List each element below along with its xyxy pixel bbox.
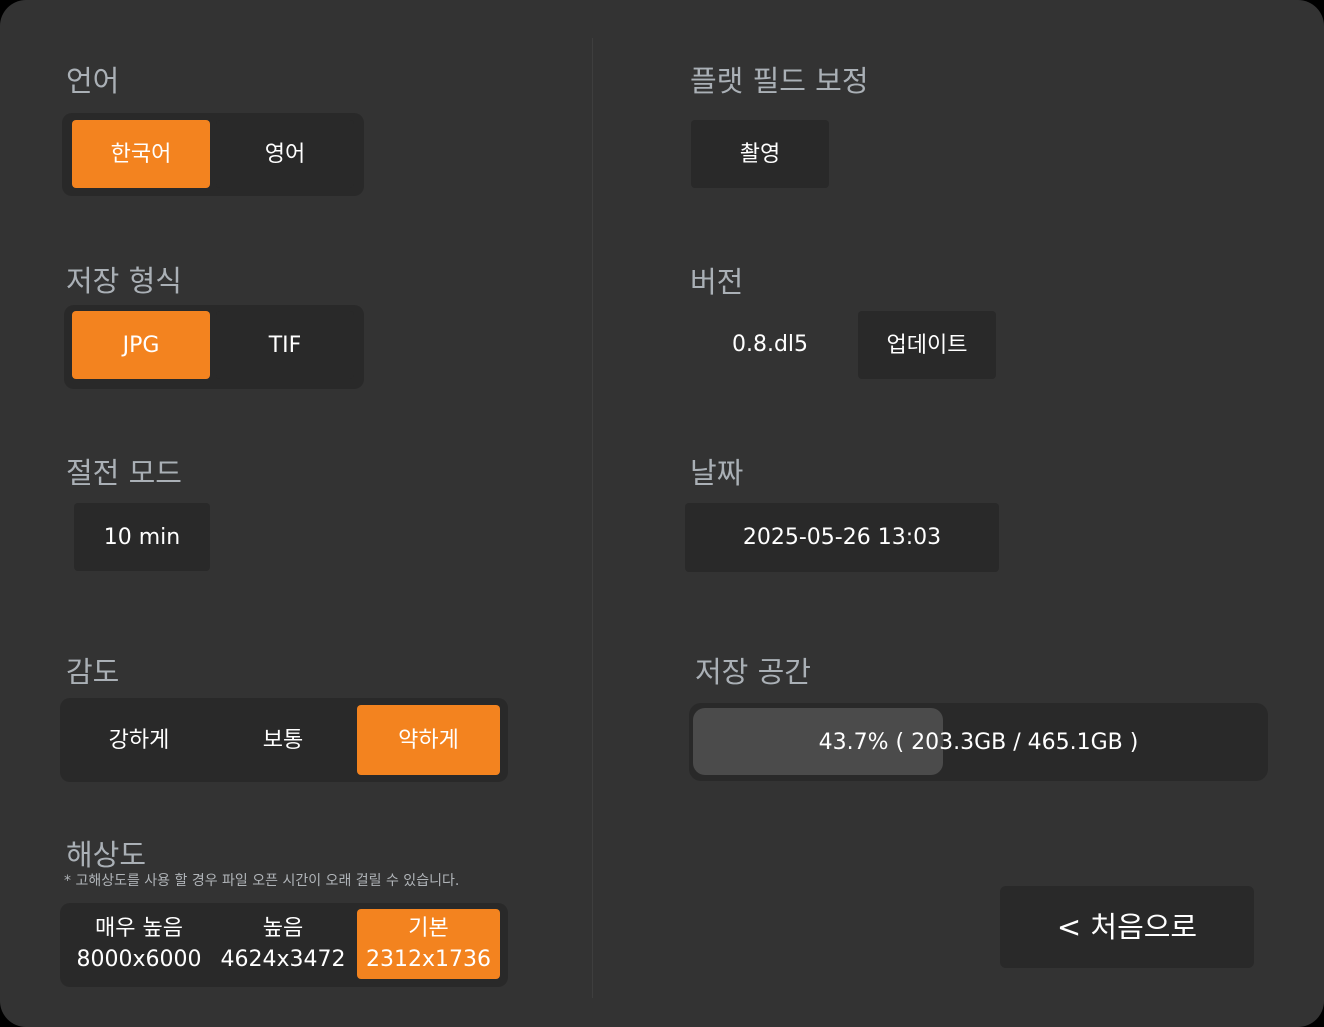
- storage-text: 43.7% ( 203.3GB / 465.1GB ): [818, 729, 1139, 755]
- option-name: 기본: [408, 916, 449, 941]
- option-size: 4624x3472: [220, 947, 346, 972]
- resolution-label: 해상도: [66, 838, 147, 872]
- format-label: 저장 형식: [66, 264, 182, 298]
- language-korean-button[interactable]: 한국어: [72, 120, 210, 188]
- power-save-label: 절전 모드: [66, 456, 182, 490]
- date-button[interactable]: 2025-05-26 13:03: [685, 503, 999, 572]
- update-button[interactable]: 업데이트: [858, 311, 996, 379]
- version-label: 버전: [690, 265, 744, 299]
- resolution-very-high-button[interactable]: 매우 높음 8000x6000: [68, 909, 210, 979]
- flat-field-label: 플랫 필드 보정: [690, 64, 869, 98]
- sensitivity-normal-button[interactable]: 보통: [212, 705, 354, 775]
- sensitivity-strong-button[interactable]: 강하게: [68, 705, 210, 775]
- option-size: 8000x6000: [76, 947, 202, 972]
- option-size: 2312x1736: [366, 947, 491, 972]
- format-jpg-button[interactable]: JPG: [72, 311, 210, 379]
- language-label: 언어: [66, 64, 120, 98]
- option-name: 매우 높음: [95, 916, 183, 941]
- flat-field-capture-button[interactable]: 촬영: [691, 120, 829, 188]
- power-save-button[interactable]: 10 min: [74, 503, 210, 571]
- storage-label: 저장 공간: [695, 655, 811, 689]
- option-name: 높음: [262, 916, 304, 941]
- column-divider: [592, 38, 593, 998]
- settings-window: 언어 한국어 영어 저장 형식 JPG TIF 절전 모드 10 min 감도 …: [0, 0, 1324, 1027]
- back-to-home-button[interactable]: < 처음으로: [1000, 886, 1254, 968]
- sensitivity-weak-button[interactable]: 약하게: [357, 705, 500, 775]
- format-tif-button[interactable]: TIF: [216, 311, 354, 379]
- language-english-button[interactable]: 영어: [216, 120, 354, 188]
- version-value: 0.8.dl5: [731, 331, 809, 357]
- resolution-default-button[interactable]: 기본 2312x1736: [357, 909, 500, 979]
- date-label: 날짜: [690, 456, 744, 490]
- storage-bar: 43.7% ( 203.3GB / 465.1GB ): [689, 703, 1268, 781]
- sensitivity-label: 감도: [66, 655, 120, 689]
- resolution-high-button[interactable]: 높음 4624x3472: [212, 909, 354, 979]
- resolution-note: * 고해상도를 사용 할 경우 파일 오픈 시간이 오래 걸릴 수 있습니다.: [64, 873, 460, 889]
